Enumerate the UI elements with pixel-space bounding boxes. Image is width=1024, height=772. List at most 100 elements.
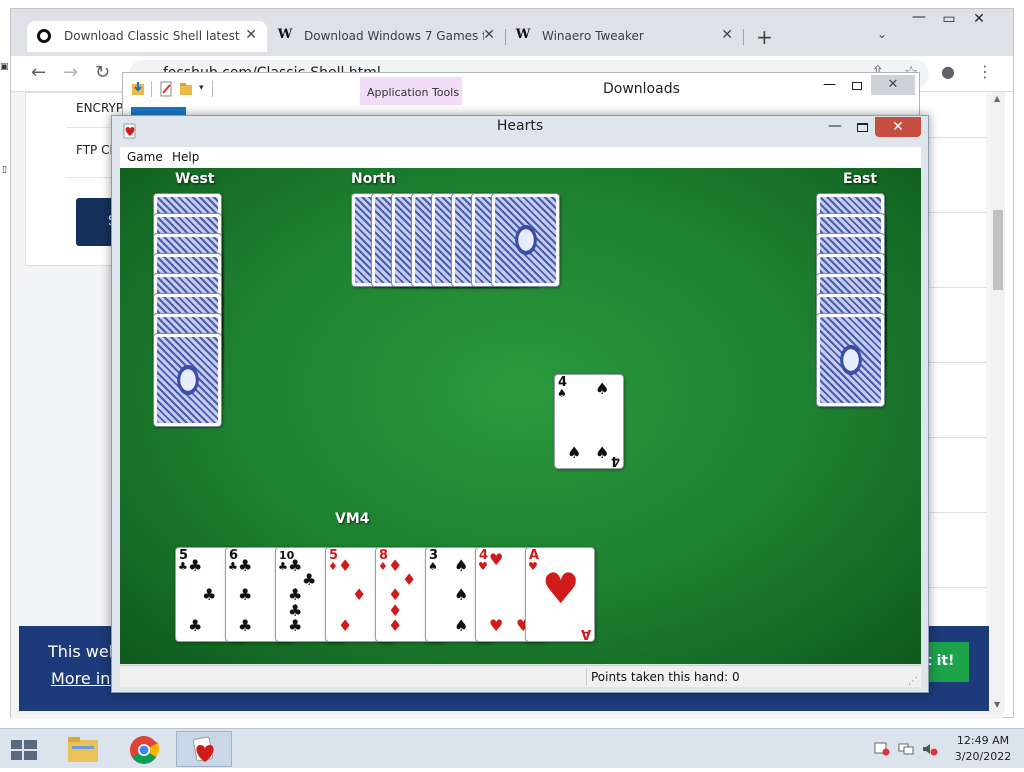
- card-rank: 4: [610, 453, 620, 468]
- diamond-icon: ♦: [328, 560, 338, 573]
- played-card: 4 ♠ ♠ ♠ ♠ 4: [554, 374, 624, 469]
- back-icon[interactable]: ←: [31, 62, 46, 83]
- close-icon[interactable]: ✕: [483, 27, 495, 43]
- minimize-button[interactable]: —: [904, 9, 934, 25]
- clock-date: 3/20/2022: [954, 750, 1012, 763]
- diamond-icon: ♦: [378, 560, 388, 573]
- tab-classic-shell[interactable]: Download Classic Shell latest rele ✕: [27, 21, 267, 52]
- scroll-down-icon[interactable]: ▼: [994, 700, 1000, 709]
- window-title: Hearts: [496, 118, 544, 134]
- scrollbar[interactable]: ▲ ▼: [991, 92, 1005, 712]
- tab-winaero-tweaker[interactable]: W Winaero Tweaker ✕: [505, 21, 743, 52]
- game-table: West North East VM4 4 ♠ ♠ ♠ ♠ 4 5 ♣ ♣ ♣ …: [120, 168, 921, 664]
- system-clock[interactable]: 12:49 AM 3/20/2022: [952, 733, 1014, 765]
- tab-strip: Download Classic Shell latest rele ✕ W D…: [11, 9, 1013, 56]
- chrome-taskbar-button[interactable]: [115, 731, 171, 767]
- maximize-button[interactable]: [852, 82, 862, 90]
- club-icon: ♣: [238, 616, 253, 635]
- folder-icon[interactable]: [131, 81, 145, 97]
- reload-icon[interactable]: ↻: [95, 62, 110, 83]
- club-icon: ♣: [288, 616, 303, 635]
- close-button[interactable]: ✕: [871, 75, 915, 95]
- club-icon: ♣: [288, 556, 303, 575]
- minimize-button[interactable]: —: [823, 77, 836, 92]
- volume-muted-icon[interactable]: [922, 742, 938, 756]
- diamond-icon: ♦: [338, 556, 353, 575]
- spade-icon: ♠: [557, 387, 567, 400]
- player-name-north: North: [351, 171, 396, 187]
- diamond-icon: ♦: [402, 570, 417, 589]
- menu-game[interactable]: Game: [127, 150, 163, 164]
- dropdown-arrow-icon[interactable]: ▾: [199, 83, 204, 93]
- heart-icon: ♥: [528, 560, 538, 573]
- close-icon[interactable]: ✕: [721, 27, 733, 43]
- club-icon: ♣: [278, 560, 288, 573]
- card-back-north: [491, 193, 560, 287]
- tab-title: Winaero Tweaker: [542, 29, 644, 43]
- hearts-taskbar-button[interactable]: [176, 731, 232, 767]
- club-icon: ♣: [302, 570, 317, 589]
- profile-icon[interactable]: ●: [941, 62, 955, 81]
- forward-icon[interactable]: →: [63, 62, 78, 83]
- heart-icon: ♥: [542, 564, 580, 613]
- player-name-west: West: [175, 171, 215, 187]
- network-icon[interactable]: [898, 742, 914, 756]
- close-button[interactable]: ✕: [875, 117, 921, 137]
- close-icon[interactable]: ✕: [245, 27, 257, 43]
- heart-icon: ♥: [478, 560, 488, 573]
- status-bar: Points taken this hand: 0 ⋰: [120, 665, 921, 687]
- club-icon: ♣: [202, 585, 217, 604]
- spade-icon: ♠: [595, 379, 610, 398]
- diamond-icon: ♦: [352, 585, 367, 604]
- chevron-down-icon[interactable]: ⌄: [877, 27, 887, 41]
- close-button[interactable]: ✕: [964, 11, 994, 27]
- scroll-up-icon[interactable]: ▲: [994, 94, 1000, 103]
- club-icon: ♣: [188, 616, 203, 635]
- heart-icon: ♥: [489, 616, 504, 635]
- kebab-menu-icon[interactable]: ⋮: [977, 62, 993, 81]
- fosshub-icon: [37, 29, 51, 43]
- tab-windows7-games[interactable]: W Download Windows 7 Games for ✕: [267, 21, 505, 52]
- desktop-edge-icon: ▯: [2, 165, 7, 175]
- resize-grip-icon[interactable]: ⋰: [908, 676, 918, 687]
- diamond-icon: ♦: [388, 556, 403, 575]
- clock-time: 12:49 AM: [956, 734, 1010, 747]
- club-icon: ♣: [238, 556, 253, 575]
- spade-icon: ♠: [428, 560, 438, 573]
- desktop-edge-icon: ▣: [0, 62, 9, 72]
- hearts-window: Hearts — ✕ Game Help West North East VM4: [111, 115, 929, 693]
- maximize-button[interactable]: ▭: [934, 11, 964, 27]
- minimize-button[interactable]: —: [828, 118, 842, 134]
- properties-icon[interactable]: [159, 81, 173, 97]
- new-folder-icon[interactable]: [179, 81, 193, 97]
- windows-start-icon[interactable]: [9, 738, 39, 762]
- spade-icon: ♠: [567, 443, 582, 462]
- diamond-icon: ♦: [388, 616, 403, 635]
- taskbar: 12:49 AM 3/20/2022: [0, 728, 1024, 768]
- hearts-app-icon: [193, 736, 214, 762]
- hand-card[interactable]: A ♥ ♥ A: [525, 547, 595, 642]
- file-explorer-taskbar-button[interactable]: [54, 731, 110, 767]
- spade-icon: ♠: [454, 585, 469, 604]
- application-tools-label: Application Tools: [367, 86, 460, 99]
- menu-help[interactable]: Help: [172, 150, 199, 164]
- diamond-icon: ♦: [338, 616, 353, 635]
- winaero-icon: W: [277, 27, 293, 42]
- got-it-label: t it!: [925, 653, 955, 669]
- club-icon: ♣: [238, 585, 253, 604]
- spade-icon: ♠: [595, 443, 610, 462]
- application-tools-tab[interactable]: Application Tools: [360, 77, 462, 105]
- maximize-button[interactable]: [857, 123, 868, 132]
- chrome-icon: [130, 736, 160, 764]
- new-tab-button[interactable]: +: [756, 25, 773, 49]
- winaero-icon: W: [515, 27, 531, 42]
- tab-title: Download Classic Shell latest rele: [64, 29, 244, 43]
- card-rank: A: [580, 626, 591, 641]
- scrollbar-thumb[interactable]: [993, 210, 1003, 290]
- action-center-icon[interactable]: [874, 742, 890, 756]
- club-icon: ♣: [188, 556, 203, 575]
- tab-title: Download Windows 7 Games for: [304, 29, 484, 43]
- card-back-east: [816, 313, 885, 407]
- heart-icon: ♥: [489, 550, 504, 569]
- player-name-south: VM4: [335, 511, 370, 527]
